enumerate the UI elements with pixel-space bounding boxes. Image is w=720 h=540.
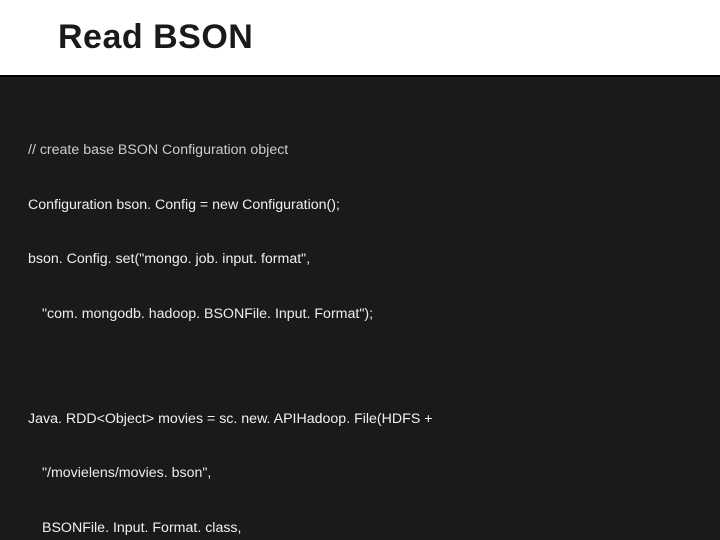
slide: Read BSON // create base BSON Configurat… — [0, 0, 720, 540]
code-block: // create base BSON Configuration object… — [28, 105, 692, 540]
code-comment: // create base BSON Configuration object — [28, 141, 692, 159]
title-area: Read BSON — [0, 0, 720, 77]
code-line: "/movielens/movies. bson", — [28, 464, 692, 482]
blank-line — [28, 359, 692, 373]
code-line: bson. Config. set("mongo. job. input. fo… — [28, 250, 692, 268]
slide-title: Read BSON — [58, 18, 720, 57]
code-line: Java. RDD<Object> movies = sc. new. APIH… — [28, 410, 692, 428]
code-line: Configuration bson. Config = new Configu… — [28, 196, 692, 214]
content-area: // create base BSON Configuration object… — [0, 77, 720, 540]
code-line: "com. mongodb. hadoop. BSONFile. Input. … — [28, 305, 692, 323]
code-line: BSONFile. Input. Format. class, — [28, 519, 692, 537]
